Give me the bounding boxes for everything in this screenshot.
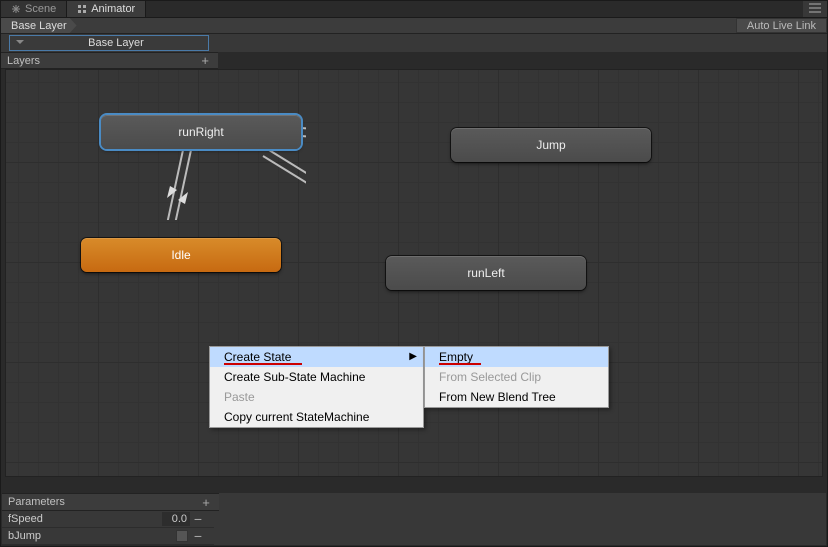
menu-label: From New Blend Tree — [439, 390, 556, 404]
tab-scene[interactable]: Scene — [1, 1, 67, 17]
breadcrumb-base-layer[interactable]: Base Layer — [1, 18, 77, 33]
menu-paste: Paste — [210, 387, 423, 407]
menu-label: Empty — [439, 350, 473, 364]
parameter-row: fSpeed − — [2, 511, 214, 528]
parameter-value-input[interactable] — [162, 512, 190, 526]
parameters-panel: Parameters + fSpeed − bJump − — [2, 493, 826, 545]
state-node-jump[interactable]: Jump — [451, 128, 651, 162]
state-node-runright[interactable]: runRight — [101, 115, 301, 149]
parameters-header: Parameters + — [2, 493, 219, 511]
layers-header: Layers + — [1, 52, 218, 69]
parameter-row: bJump − — [2, 528, 214, 545]
parameter-name[interactable]: bJump — [8, 530, 162, 542]
submenu-arrow-icon: ▶ — [409, 351, 417, 362]
menu-copy-current-statemachine[interactable]: Copy current StateMachine — [210, 407, 423, 427]
parameters-title: Parameters — [8, 496, 65, 508]
menu-create-sub-state-machine[interactable]: Create Sub-State Machine — [210, 367, 423, 387]
menu-create-state[interactable]: Create State ▶ — [210, 347, 423, 367]
state-node-idle[interactable]: Idle — [81, 238, 281, 272]
graph-canvas[interactable]: runRight Jump Idle runLeft Create State … — [5, 69, 823, 477]
panel-menu-icon[interactable] — [803, 1, 827, 17]
scene-icon — [11, 4, 21, 14]
node-label: Jump — [536, 138, 565, 152]
node-label: Idle — [171, 248, 190, 262]
layers-title: Layers — [7, 55, 198, 67]
parameter-name[interactable]: fSpeed — [8, 513, 162, 525]
context-submenu: Empty From Selected Clip From New Blend … — [424, 346, 609, 408]
breadcrumb-label: Base Layer — [11, 20, 67, 32]
remove-parameter-button[interactable]: − — [190, 511, 206, 527]
submenu-from-new-blend-tree[interactable]: From New Blend Tree — [425, 387, 608, 407]
breadcrumb: Base Layer Auto Live Link — [1, 18, 827, 34]
animator-icon — [77, 4, 87, 14]
tab-animator[interactable]: Animator — [67, 1, 146, 17]
context-menu: Create State ▶ Create Sub-State Machine … — [209, 346, 424, 428]
menu-label: From Selected Clip — [439, 370, 541, 384]
node-label: runLeft — [467, 266, 504, 280]
remove-parameter-button[interactable]: − — [190, 528, 206, 544]
tab-animator-label: Animator — [91, 3, 135, 15]
submenu-empty[interactable]: Empty — [425, 347, 608, 367]
underline-annotation — [224, 363, 302, 365]
state-node-runleft[interactable]: runLeft — [386, 256, 586, 290]
layer-dropdown[interactable]: Base Layer — [9, 35, 209, 51]
tab-bar: Scene Animator — [1, 1, 827, 18]
node-label: runRight — [178, 125, 223, 139]
auto-live-link-button[interactable]: Auto Live Link — [736, 18, 827, 33]
menu-label: Create Sub-State Machine — [224, 370, 365, 384]
menu-label: Paste — [224, 390, 255, 404]
auto-live-link-label: Auto Live Link — [747, 20, 816, 32]
underline-annotation — [439, 363, 481, 365]
layer-dropdown-label: Base Layer — [28, 37, 204, 49]
add-layer-button[interactable]: + — [198, 53, 212, 68]
layer-selector-row: Base Layer — [1, 34, 827, 52]
parameter-checkbox[interactable] — [176, 530, 188, 542]
tab-scene-label: Scene — [25, 3, 56, 15]
add-parameter-button[interactable]: + — [199, 495, 213, 510]
submenu-from-selected-clip: From Selected Clip — [425, 367, 608, 387]
menu-label: Create State — [224, 350, 291, 364]
eye-icon — [14, 37, 28, 49]
menu-label: Copy current StateMachine — [224, 410, 369, 424]
